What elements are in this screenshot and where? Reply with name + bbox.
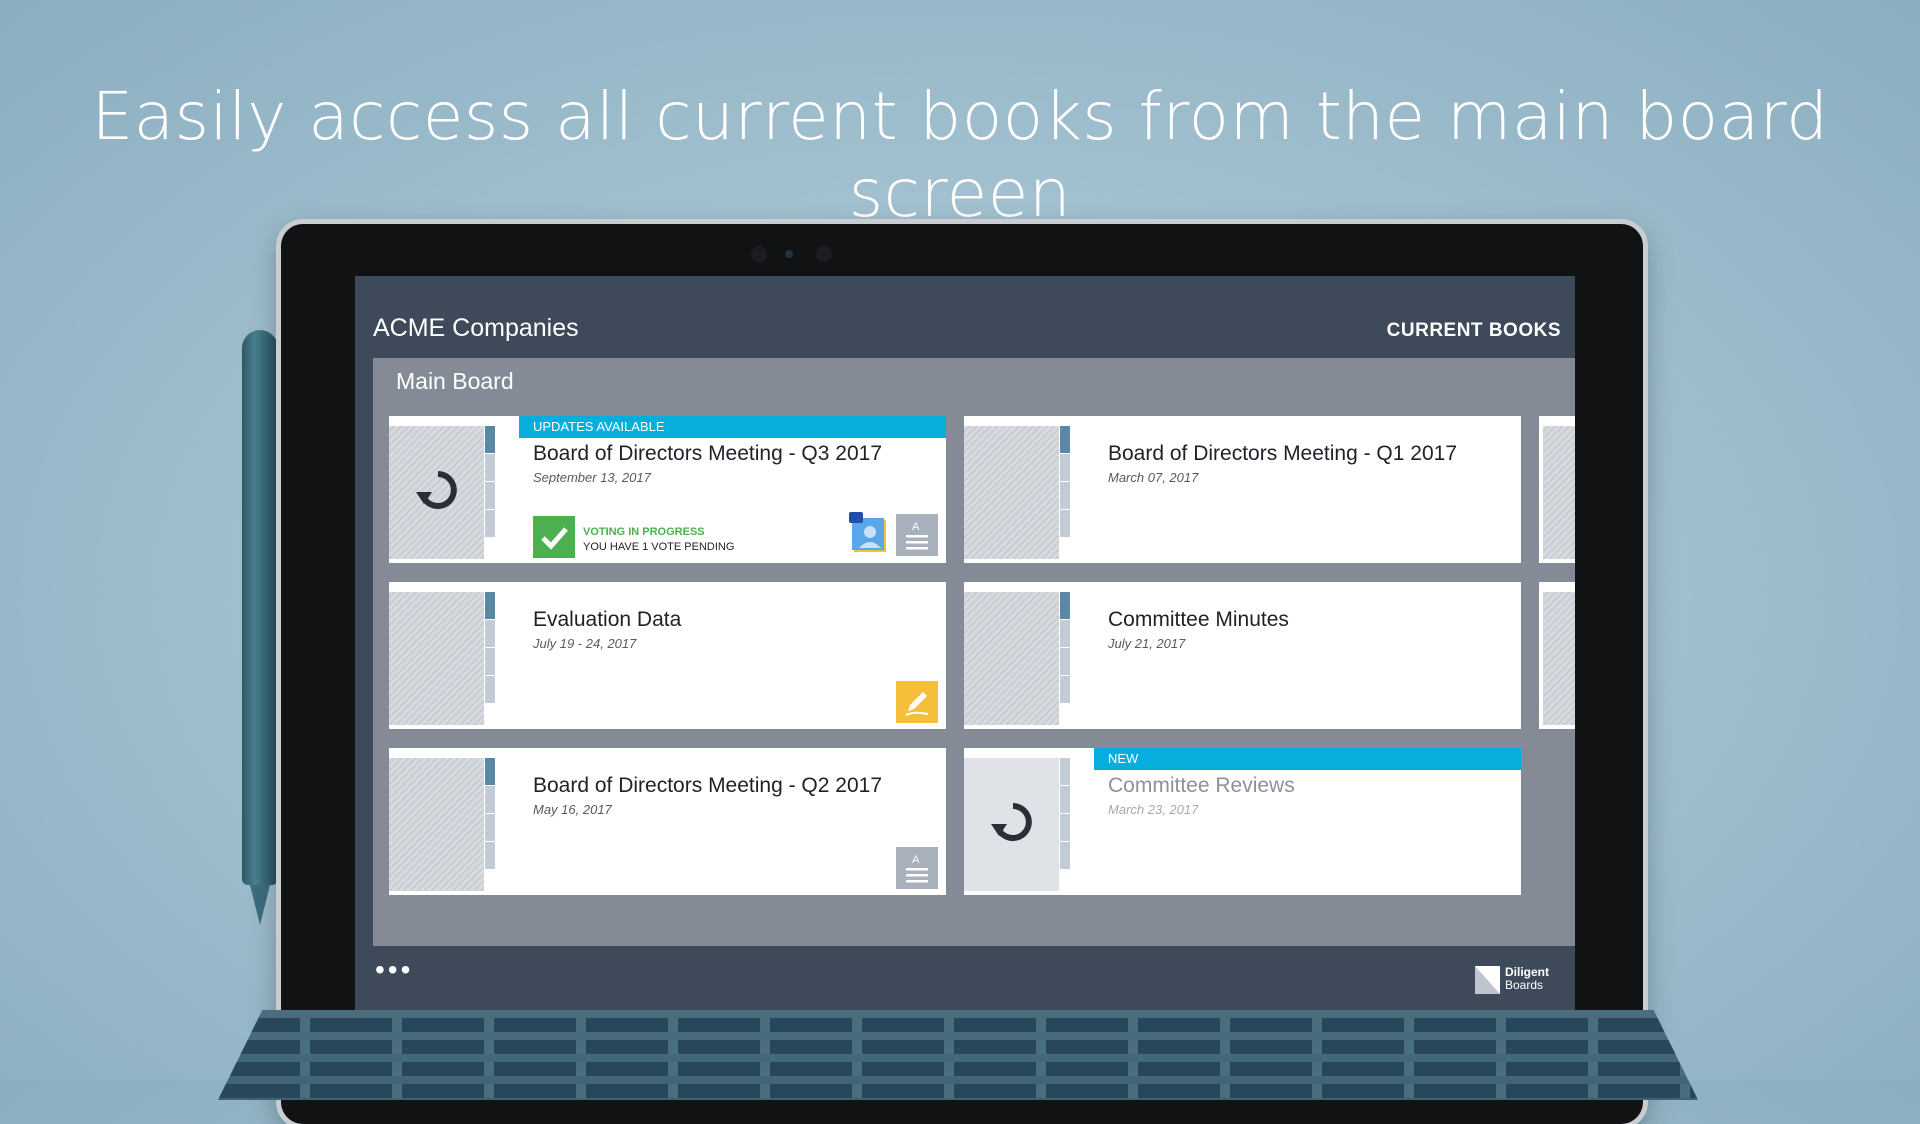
book-title: Board of Directors Meeting - Q2 2017 (533, 774, 883, 797)
headline: Easily access all current books from the… (91, 78, 1829, 232)
voting-status-label: VOTING IN PROGRESS (583, 526, 705, 538)
new-banner: NEW (1094, 748, 1521, 770)
book-card[interactable]: UPDATES AVAILABLE Board of Directors Mee… (389, 416, 946, 563)
diligent-logo-icon (1475, 966, 1500, 994)
book-card[interactable]: Board of Directors Meeting - Q1 2017 Mar… (964, 416, 1521, 563)
book-card-partial[interactable] (1539, 582, 1575, 729)
check-icon (533, 516, 575, 558)
book-title: Committee Minutes (1108, 608, 1289, 631)
book-title: Evaluation Data (533, 608, 682, 631)
book-card[interactable]: Evaluation Data July 19 - 24, 2017 (389, 582, 946, 729)
book-card[interactable]: Board of Directors Meeting - Q2 2017 May… (389, 748, 946, 895)
app-screen: ACME Companies CURRENT BOOKS Main Board … (355, 276, 1575, 1011)
book-date: March 23, 2017 (1108, 802, 1199, 817)
book-date: March 07, 2017 (1108, 470, 1199, 485)
book-date: July 21, 2017 (1108, 636, 1186, 651)
refresh-icon (991, 803, 1032, 841)
book-card-partial[interactable] (1539, 416, 1575, 563)
updates-available-banner: UPDATES AVAILABLE (519, 416, 946, 438)
document-text-icon[interactable]: A (896, 847, 938, 889)
current-books-heading[interactable]: CURRENT BOOKS (1387, 320, 1561, 342)
svg-text:A: A (912, 521, 920, 533)
document-text-icon[interactable]: A (896, 514, 938, 556)
camera-icon (781, 246, 797, 262)
book-date: September 13, 2017 (533, 470, 651, 485)
sensor-icon (751, 246, 767, 262)
book-date: May 16, 2017 (533, 802, 612, 817)
refresh-icon (416, 471, 457, 509)
annotation-pencil-icon[interactable] (896, 681, 938, 723)
shared-annotation-icon[interactable] (849, 512, 891, 554)
book-thumbnail (964, 426, 1070, 559)
more-options-button[interactable]: ••• (375, 956, 413, 984)
book-title: Board of Directors Meeting - Q3 2017 (533, 442, 883, 465)
book-card[interactable]: NEW Committee Reviews March 23, 2017 (964, 748, 1521, 895)
diligent-boards-logo: Diligent Boards (1475, 964, 1565, 994)
book-card[interactable]: Committee Minutes July 21, 2017 (964, 582, 1521, 729)
app-title: ACME Companies (373, 314, 579, 342)
voting-status-detail: YOU HAVE 1 VOTE PENDING (583, 541, 735, 553)
keyboard (218, 1010, 1698, 1100)
svg-text:A: A (912, 854, 920, 866)
logo-text-line2: Boards (1505, 978, 1544, 992)
book-thumbnail (389, 426, 495, 559)
sensor-icon (816, 246, 832, 262)
book-thumbnail (389, 592, 495, 725)
tablet-device: ACME Companies CURRENT BOOKS Main Board … (281, 224, 1643, 1124)
board-title: Main Board (396, 368, 514, 394)
book-title: Committee Reviews (1108, 774, 1295, 797)
book-date: July 19 - 24, 2017 (533, 636, 637, 651)
book-thumbnail (964, 592, 1070, 725)
book-thumbnail (389, 758, 495, 891)
stylus-pen (242, 330, 282, 930)
book-thumbnail (964, 758, 1070, 891)
main-board-panel: Main Board UPDATES AVAILABLE Board of Di… (373, 358, 1575, 946)
book-title: Board of Directors Meeting - Q1 2017 (1108, 442, 1458, 465)
